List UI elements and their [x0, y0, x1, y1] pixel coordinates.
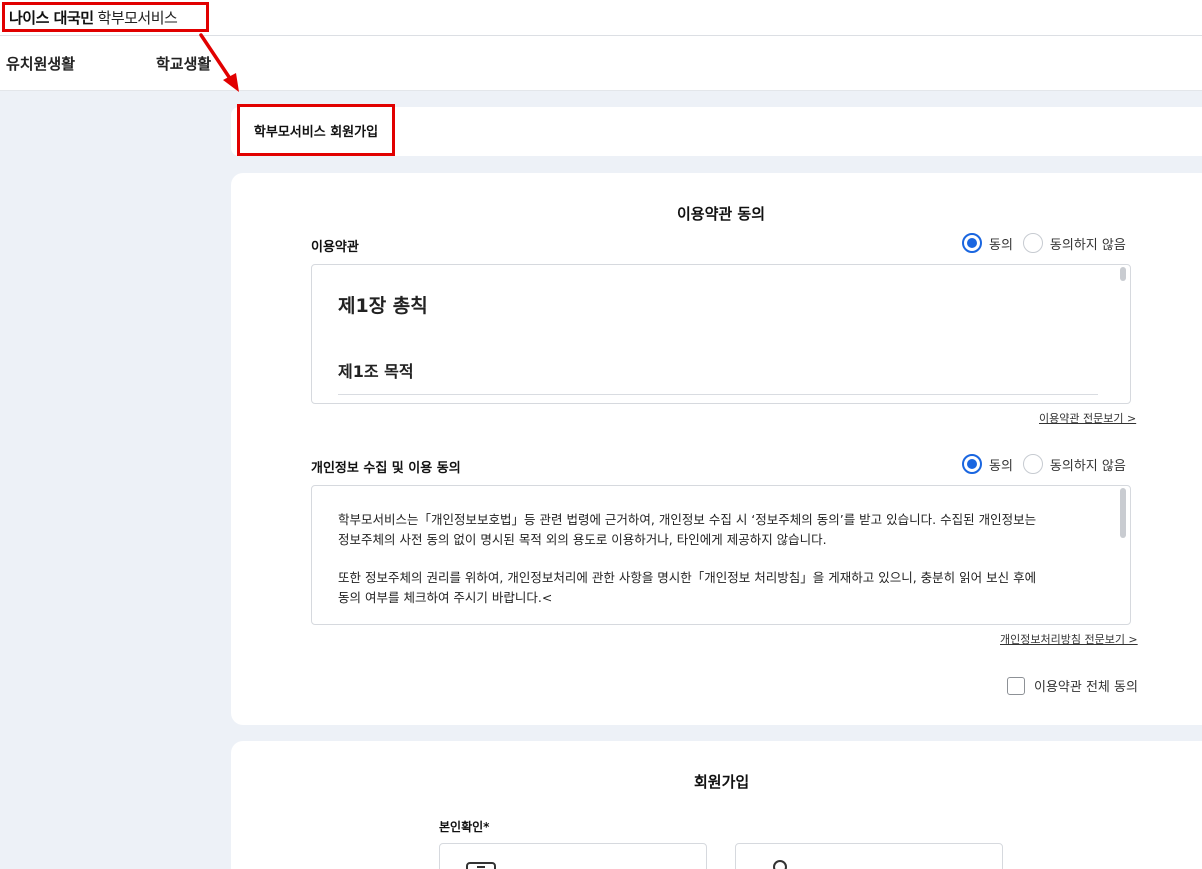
privacy-text-line-3: 또한 정보주체의 권리를 위하여, 개인정보처리에 관한 사항을 명시한「개인정…	[338, 570, 1037, 585]
terms-divider	[338, 394, 1098, 395]
terms-disagree-label: 동의하지 않음	[1049, 237, 1126, 253]
identity-verification-label: 본인확인*	[439, 820, 490, 834]
agree-all-row: 이용약관 전체 동의	[1007, 676, 1138, 695]
terms-disagree-radio[interactable]	[1022, 233, 1043, 253]
terms-label: 이용약관	[311, 240, 359, 255]
terms-radio-group: 동의 동의하지 않음	[962, 233, 1136, 253]
terms-scrollbar[interactable]	[1120, 267, 1126, 281]
privacy-text-line-2: 정보주체의 사전 동의 없이 명시된 목적 외의 용도로 이용하거나, 타인에게…	[338, 532, 827, 547]
terms-scroll-box[interactable]: 제1장 총칙 제1조 목적	[311, 264, 1131, 404]
privacy-disagree-radio[interactable]	[1022, 454, 1043, 474]
agree-all-label: 이용약관 전체 동의	[1034, 680, 1138, 695]
annotation-arrow	[199, 33, 239, 92]
terms-agree-label: 동의	[989, 237, 1013, 253]
privacy-radio-group: 동의 동의하지 않음	[962, 454, 1136, 474]
agree-all-checkbox[interactable]	[1007, 676, 1025, 695]
phone-icon	[466, 862, 496, 869]
privacy-scrollbar[interactable]	[1120, 488, 1126, 538]
person-icon	[773, 860, 787, 869]
terms-agree-radio[interactable]	[962, 233, 982, 253]
page-title-highlight: 학부모서비스 회원가입	[237, 104, 395, 156]
terms-agreement-card: 이용약관 동의 이용약관 동의 동의하지 않음 제1장 총칙 제1조 목적 이용…	[231, 173, 1202, 725]
privacy-text-line-1: 학부모서비스는「개인정보보호법」등 관련 법령에 근거하여, 개인정보 수집 시…	[338, 512, 1037, 527]
privacy-scroll-box[interactable]: 학부모서비스는「개인정보보호법」등 관련 법령에 근거하여, 개인정보 수집 시…	[311, 485, 1131, 625]
signup-card: 회원가입 본인확인*	[231, 741, 1202, 869]
terms-chapter-heading: 제1장 총칙	[338, 295, 428, 317]
signup-heading: 회원가입	[694, 773, 750, 791]
logo-main-text: 나이스 대국민	[9, 8, 94, 27]
privacy-label: 개인정보 수집 및 이용 동의	[311, 461, 461, 476]
nav-item-kindergarten[interactable]: 유치원생활	[6, 53, 75, 74]
page-title: 학부모서비스 회원가입	[253, 124, 379, 140]
identity-option-ipin[interactable]	[735, 843, 1003, 869]
privacy-view-all-link[interactable]: 개인정보처리방침 전문보기 >	[1000, 631, 1138, 647]
terms-article-heading: 제1조 목적	[338, 362, 414, 381]
logo-sub-text: 학부모서비스	[97, 8, 178, 27]
privacy-agree-radio[interactable]	[962, 454, 982, 474]
terms-heading: 이용약관 동의	[677, 205, 766, 223]
privacy-text-line-4: 동의 여부를 체크하여 주시기 바랍니다.<	[338, 590, 553, 605]
privacy-agree-label: 동의	[989, 458, 1013, 474]
main-nav: 유치원생활 학교생활	[0, 36, 1202, 91]
terms-view-all-link[interactable]: 이용약관 전문보기 >	[1039, 410, 1136, 426]
identity-option-phone[interactable]	[439, 843, 707, 869]
privacy-disagree-label: 동의하지 않음	[1049, 458, 1126, 474]
logo-highlight[interactable]: 나이스 대국민 학부모서비스	[2, 2, 209, 32]
